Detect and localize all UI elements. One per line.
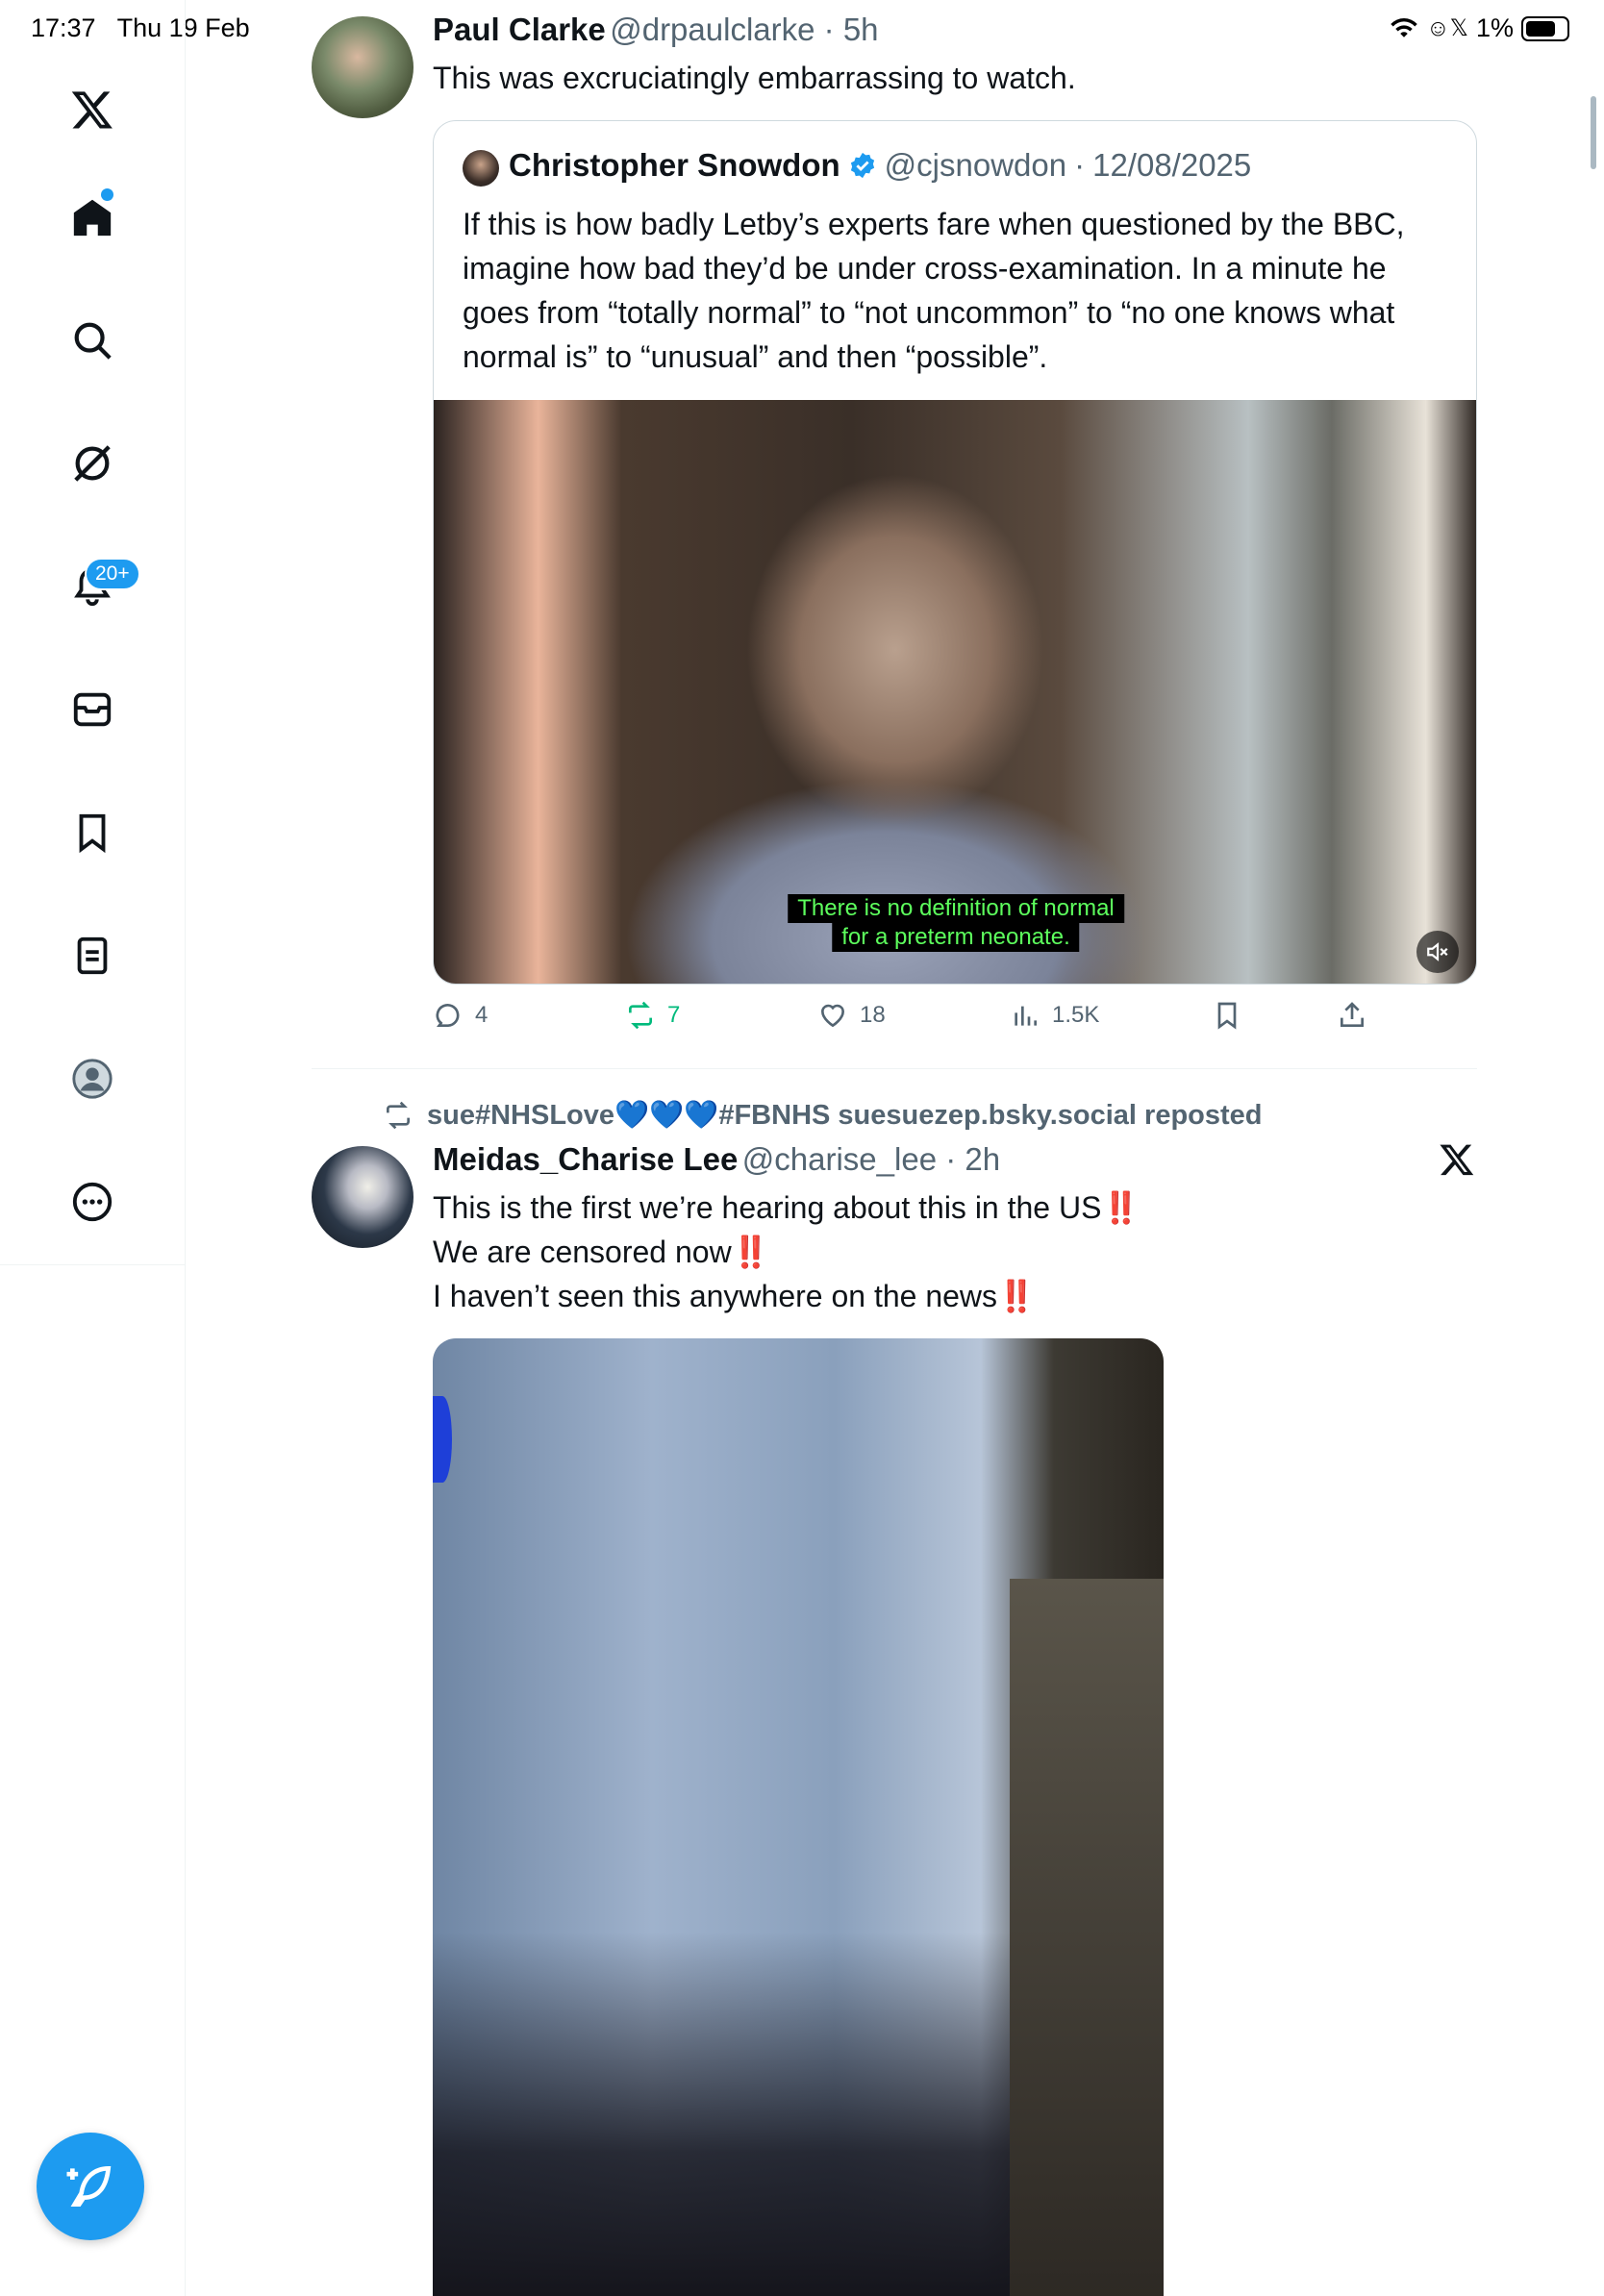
sidebar-separator (0, 1264, 185, 1265)
heart-icon (820, 1004, 845, 1028)
quote-text: If this is how badly Letby’s experts far… (463, 207, 1405, 374)
tweet-header: Paul Clarke @drpaulclarke · 5h (433, 12, 879, 47)
x-logo-icon[interactable] (62, 79, 123, 140)
repost-icon (629, 1001, 652, 1030)
notification-badge: 20+ (85, 558, 140, 590)
scrollbar[interactable] (1591, 96, 1596, 169)
tweet-text-line-2: We are censored now‼️ (433, 1235, 770, 1269)
status-icons: ☺︎𝕏 1% (1390, 13, 1569, 43)
bookmarks-icon[interactable] (62, 802, 123, 863)
repost-icon (387, 1101, 410, 1130)
mute-button[interactable] (1416, 931, 1459, 973)
quote-header: Christopher Snowdon @cjsnowdon · 12/08/202… (509, 147, 1252, 183)
like-count: 18 (860, 1002, 886, 1028)
quote-video[interactable]: There is no definition of normal for a p… (434, 400, 1476, 984)
home-unread-dot (101, 188, 113, 201)
battery-percent: 1% (1475, 13, 1514, 42)
tweet-actions: 4 7 18 1.5K (433, 1000, 1394, 1048)
status-app-icon: ☺︎𝕏 (1426, 15, 1468, 41)
tweet-time[interactable]: 5h (843, 12, 879, 47)
tweet-text-line-1: This is the first we’re hearing about th… (433, 1190, 1140, 1225)
share-icon (1341, 1002, 1364, 1027)
quote-avatar (463, 150, 499, 187)
like-button[interactable]: 18 (817, 1000, 886, 1031)
reply-button[interactable]: 4 (433, 1000, 488, 1031)
double-exclamation-emoji: ‼️ (1101, 1190, 1140, 1225)
wifi-icon (1391, 17, 1417, 37)
author-handle[interactable]: @charise_lee (742, 1141, 937, 1177)
quote-tweet[interactable]: Christopher Snowdon @cjsnowdon · 12/08/202… (433, 120, 1477, 985)
messages-icon[interactable] (62, 679, 123, 740)
video-subtitle-line-2: for a preterm neonate. (832, 923, 1080, 952)
tweet-text-line-3: I haven’t seen this anywhere on the news… (433, 1279, 1036, 1313)
author-name[interactable]: Meidas_Charise Lee (433, 1141, 738, 1177)
views-button[interactable]: 1.5K (1010, 1000, 1099, 1031)
lists-icon[interactable] (62, 925, 123, 986)
profile-icon[interactable] (62, 1048, 123, 1110)
reply-icon (436, 1004, 460, 1027)
author-name[interactable]: Paul Clarke (433, 12, 606, 47)
avatar[interactable] (312, 16, 414, 118)
bookmark-button[interactable] (1212, 1000, 1242, 1031)
quote-author-handle: @cjsnowdon (884, 147, 1067, 183)
tweet-media-video[interactable] (433, 1338, 1164, 2296)
media-doorway (1010, 1579, 1164, 2296)
verified-badge-icon (850, 152, 874, 179)
search-icon[interactable] (62, 310, 123, 371)
repost-count: 7 (667, 1002, 681, 1028)
tweet-divider (312, 1068, 1477, 1069)
compose-button[interactable] (37, 2133, 144, 2240)
quote-author-name: Christopher Snowdon (509, 147, 840, 183)
reposted-by-text: sue#NHSLove💙💙💙#FBNHS suesuezep.bsky.soci… (427, 1100, 1263, 1131)
video-subtitle-line-1: There is no definition of normal (788, 894, 1124, 923)
reply-count: 4 (475, 1002, 489, 1028)
battery-icon (1521, 15, 1569, 41)
home-icon[interactable] (62, 187, 123, 248)
double-exclamation-emoji: ‼️ (997, 1279, 1036, 1313)
quote-time: 12/08/2025 (1092, 147, 1252, 183)
more-icon[interactable] (62, 1171, 123, 1233)
tweet-header: Meidas_Charise Lee @charise_lee · 2h (433, 1141, 1001, 1177)
share-button[interactable] (1337, 1000, 1367, 1031)
speaker-muted-icon (1427, 942, 1448, 961)
media-blue-element (433, 1396, 452, 1483)
compose-feather-icon (66, 2165, 112, 2207)
avatar[interactable] (312, 1146, 414, 1248)
views-count: 1.5K (1052, 1002, 1100, 1028)
grok-icon[interactable] (62, 433, 123, 494)
tweet-text: This is the first we’re hearing about th… (433, 1185, 1140, 1318)
author-handle[interactable]: @drpaulclarke (610, 12, 815, 47)
repost-context[interactable]: sue#NHSLove💙💙💙#FBNHS suesuezep.bsky.soci… (383, 1099, 1263, 1132)
views-chart-icon (1015, 1006, 1037, 1026)
bookmark-icon (1217, 1002, 1237, 1030)
x-logo-icon (1439, 1141, 1475, 1183)
double-exclamation-emoji: ‼️ (731, 1235, 770, 1269)
tweet-text: This was excruciatingly embarrassing to … (433, 61, 1076, 95)
repost-button[interactable]: 7 (625, 1000, 680, 1031)
tweet-time[interactable]: 2h (965, 1141, 1000, 1177)
